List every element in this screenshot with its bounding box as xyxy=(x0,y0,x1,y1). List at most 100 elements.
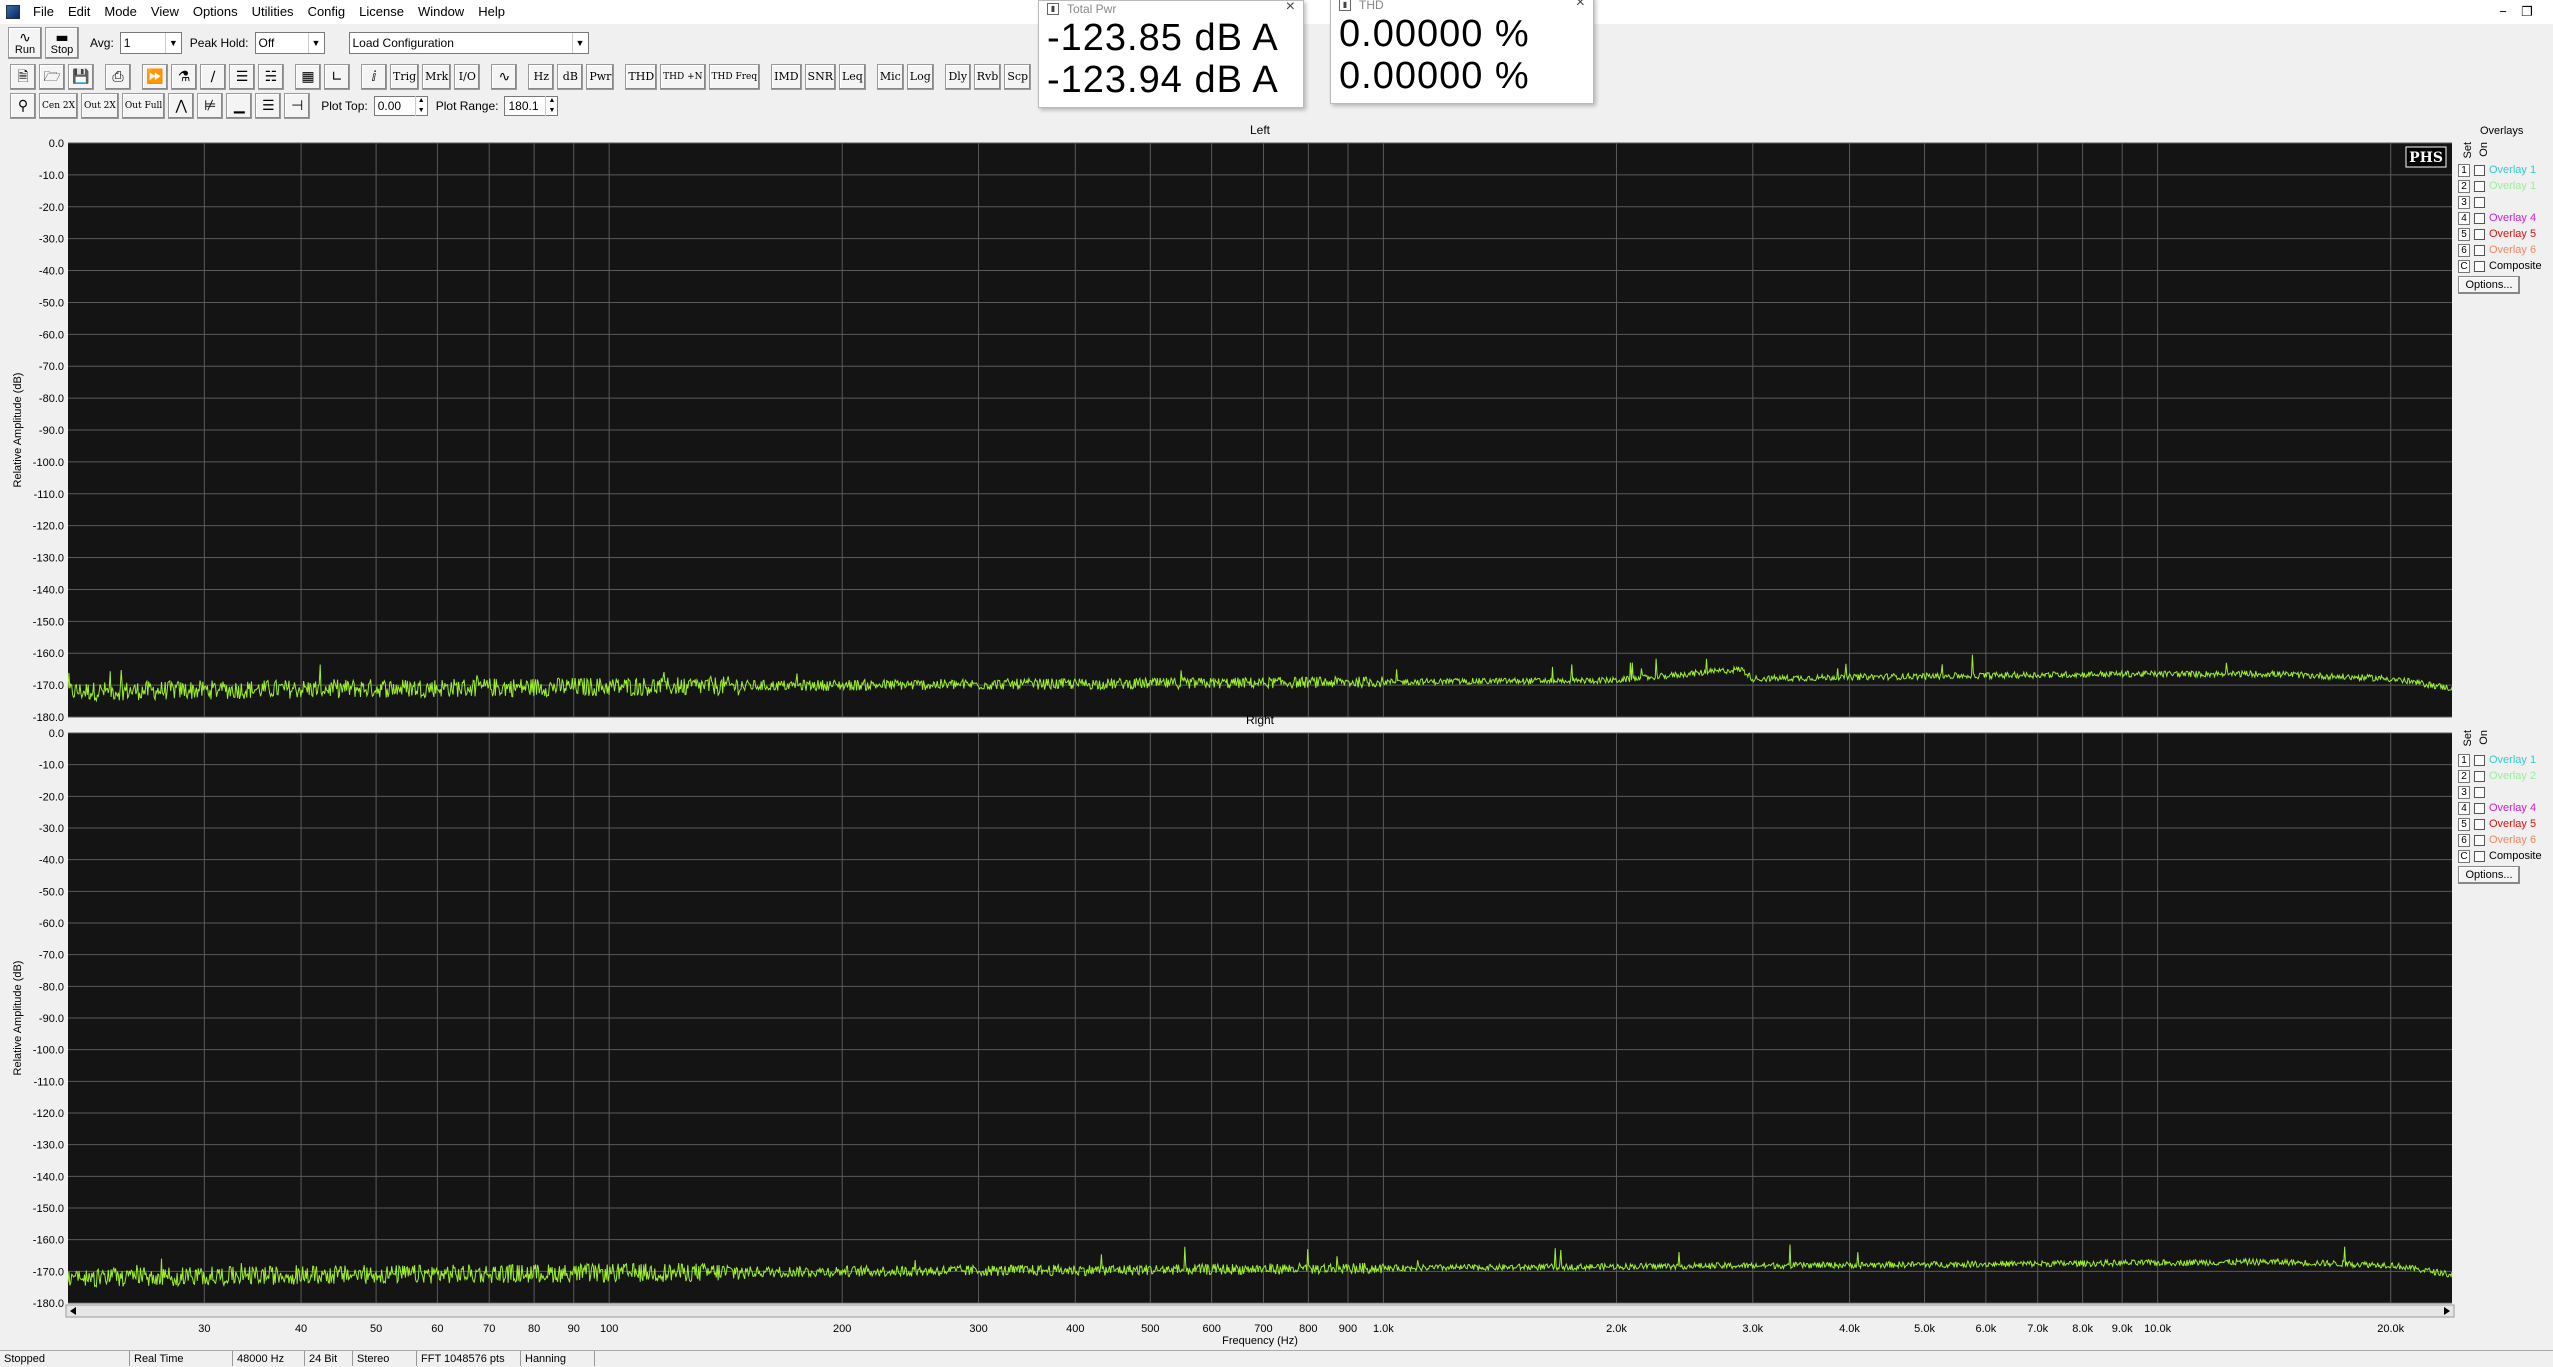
transfer-button[interactable]: ∕ xyxy=(200,64,226,90)
options-button-right[interactable]: Options... xyxy=(2458,866,2520,884)
overlay-set-button[interactable]: 4 xyxy=(2458,801,2470,815)
menu-view[interactable]: View xyxy=(144,0,186,24)
overlay-set-button[interactable]: C xyxy=(2458,849,2470,863)
overlay-on-checkbox[interactable] xyxy=(2474,260,2485,272)
thd-n-button[interactable]: THD +N xyxy=(660,64,706,90)
open-button[interactable]: 🗁 xyxy=(39,64,65,90)
analyzer-button[interactable]: ⚗ xyxy=(171,64,197,90)
total-power-meter[interactable]: ▮ Total Pwr × -123.85 dB A -123.94 dB A xyxy=(1038,0,1304,108)
configuration-select[interactable]: Load Configuration ▼ xyxy=(348,32,589,54)
out-2x-button[interactable]: Out 2X xyxy=(81,93,119,119)
io-button[interactable]: I/O xyxy=(454,64,481,90)
new-file-button[interactable]: 🗎 xyxy=(10,64,36,90)
menu-file[interactable]: File xyxy=(26,0,61,24)
overlay-on-checkbox[interactable] xyxy=(2474,180,2485,192)
menu-license[interactable]: License xyxy=(352,0,411,24)
overlay-set-button[interactable]: 1 xyxy=(2458,163,2470,177)
center-2x-button[interactable]: Cen 2X xyxy=(39,93,79,119)
snr-button[interactable]: SNR xyxy=(804,64,836,90)
close-icon[interactable]: × xyxy=(1576,0,1585,11)
spinner-arrows-icon[interactable]: ▲ ▼ xyxy=(545,96,557,116)
db-button[interactable]: dB xyxy=(557,64,584,90)
menu-config[interactable]: Config xyxy=(301,0,353,24)
overlay-set-button[interactable]: 5 xyxy=(2458,817,2470,831)
pwr-button[interactable]: Pwr xyxy=(586,64,615,90)
leq-button[interactable]: Leq xyxy=(838,64,866,90)
plot-range-input[interactable]: 180.1 ▲ ▼ xyxy=(504,96,559,116)
menu-edit[interactable]: Edit xyxy=(61,0,97,24)
overlay-set-button[interactable]: C xyxy=(2458,259,2470,273)
menu-options[interactable]: Options xyxy=(186,0,245,24)
overlay-set-button[interactable]: 5 xyxy=(2458,227,2470,241)
thd-freq-button[interactable]: THD Freq xyxy=(708,64,761,90)
overlay-on-checkbox[interactable] xyxy=(2474,196,2485,208)
overlay-on-checkbox[interactable] xyxy=(2474,244,2485,256)
overlay-row: 5 Overlay 5 xyxy=(2458,816,2536,832)
menu-mode[interactable]: Mode xyxy=(97,0,144,24)
scp-button[interactable]: Scp xyxy=(1004,64,1032,90)
right-spectrum-chart[interactable]: 0.0 -10.0 -20.0 -30.0 -40.0 -50.0 -60.0 -70.0 -8… xyxy=(0,725,2455,1350)
sine-button[interactable]: ∿ xyxy=(491,64,518,90)
overlay-set-button[interactable]: 2 xyxy=(2458,179,2470,193)
save-button[interactable]: 💾 xyxy=(68,64,94,90)
trig-button[interactable]: Trig xyxy=(390,64,420,90)
spectrogram-button[interactable]: ☰ xyxy=(229,64,255,90)
stop-button[interactable]: ▬ Stop xyxy=(45,27,79,59)
overlay-set-button[interactable]: 3 xyxy=(2458,195,2470,209)
peak-button[interactable]: ⋀ xyxy=(168,93,195,119)
run-button[interactable]: ∿ Run xyxy=(8,27,42,59)
mrk-button[interactable]: Mrk xyxy=(422,64,452,90)
overlay-on-checkbox[interactable] xyxy=(2474,228,2485,240)
overlay-set-button[interactable]: 2 xyxy=(2458,769,2470,783)
menu-window[interactable]: Window xyxy=(411,0,471,24)
imd-button[interactable]: IMD xyxy=(771,64,802,90)
overlay-on-checkbox[interactable] xyxy=(2474,786,2485,798)
overlay-set-button[interactable]: 6 xyxy=(2458,243,2470,257)
dly-button[interactable]: Dly xyxy=(944,64,971,90)
log-button[interactable]: Log xyxy=(906,64,934,90)
overlay-on-checkbox[interactable] xyxy=(2474,770,2485,782)
overlay-on-checkbox[interactable] xyxy=(2474,754,2485,766)
scale-button[interactable]: ∟ xyxy=(324,64,350,90)
fft-button[interactable]: ⏩ xyxy=(142,64,168,90)
spinner-arrows-icon[interactable]: ▲ ▼ xyxy=(414,96,427,116)
overlay-on-checkbox[interactable] xyxy=(2474,850,2485,862)
thd-meter[interactable]: ▮ THD × 0.00000 % 0.00000 % xyxy=(1330,0,1594,104)
overlay-on-checkbox[interactable] xyxy=(2474,212,2485,224)
table-view-button[interactable]: ▦ xyxy=(295,64,321,90)
print-button[interactable]: ⎙ xyxy=(105,64,131,90)
plot-scale-button[interactable]: ⊣ xyxy=(284,93,311,119)
generator-button[interactable]: ⅈ xyxy=(361,64,387,90)
menu-utilities[interactable]: Utilities xyxy=(245,0,301,24)
octave-button[interactable]: ▁ xyxy=(226,93,253,119)
avg-select[interactable]: 1 ▼ xyxy=(119,32,182,54)
overlay-set-button[interactable]: 3 xyxy=(2458,785,2470,799)
status-mode: Real Time xyxy=(130,1351,233,1366)
restore-icon[interactable]: ❐ xyxy=(2516,4,2538,20)
overlay-set-button[interactable]: 1 xyxy=(2458,753,2470,767)
peak-hold-select[interactable]: Off ▼ xyxy=(254,32,325,54)
overlay-on-checkbox[interactable] xyxy=(2474,818,2485,830)
data-view-button[interactable]: ☰ xyxy=(255,93,282,119)
zoom-button[interactable]: ⚲ xyxy=(10,93,36,119)
mic-button[interactable]: Mic xyxy=(876,64,904,90)
overlay-row: C Composite xyxy=(2458,848,2542,864)
options-button-left[interactable]: Options... xyxy=(2458,276,2520,294)
rvb-button[interactable]: Rvb xyxy=(973,64,1002,90)
close-icon[interactable]: × xyxy=(1286,0,1295,15)
minimize-icon[interactable]: − xyxy=(2492,4,2514,19)
plot-top-input[interactable]: 0.00 ▲ ▼ xyxy=(373,96,428,116)
overlay-set-button[interactable]: 6 xyxy=(2458,833,2470,847)
harmonics-button[interactable]: ⊭ xyxy=(197,93,224,119)
waterfall-button[interactable]: ☵ xyxy=(258,64,284,90)
out-full-button[interactable]: Out Full xyxy=(121,93,166,119)
thd-button[interactable]: THD xyxy=(625,64,658,90)
overlay-on-checkbox[interactable] xyxy=(2474,164,2485,176)
x-tick-label: 800 xyxy=(1299,1323,1317,1335)
overlay-on-checkbox[interactable] xyxy=(2474,802,2485,814)
hz-button[interactable]: Hz xyxy=(528,64,555,90)
overlay-set-button[interactable]: 4 xyxy=(2458,211,2470,225)
left-spectrum-chart[interactable]: 0.0 -10.0 -20.0 -30.0 -40.0 -50.0 -60.0 -70.0 -8… xyxy=(0,135,2455,721)
menu-help[interactable]: Help xyxy=(471,0,512,24)
overlay-on-checkbox[interactable] xyxy=(2474,834,2485,846)
